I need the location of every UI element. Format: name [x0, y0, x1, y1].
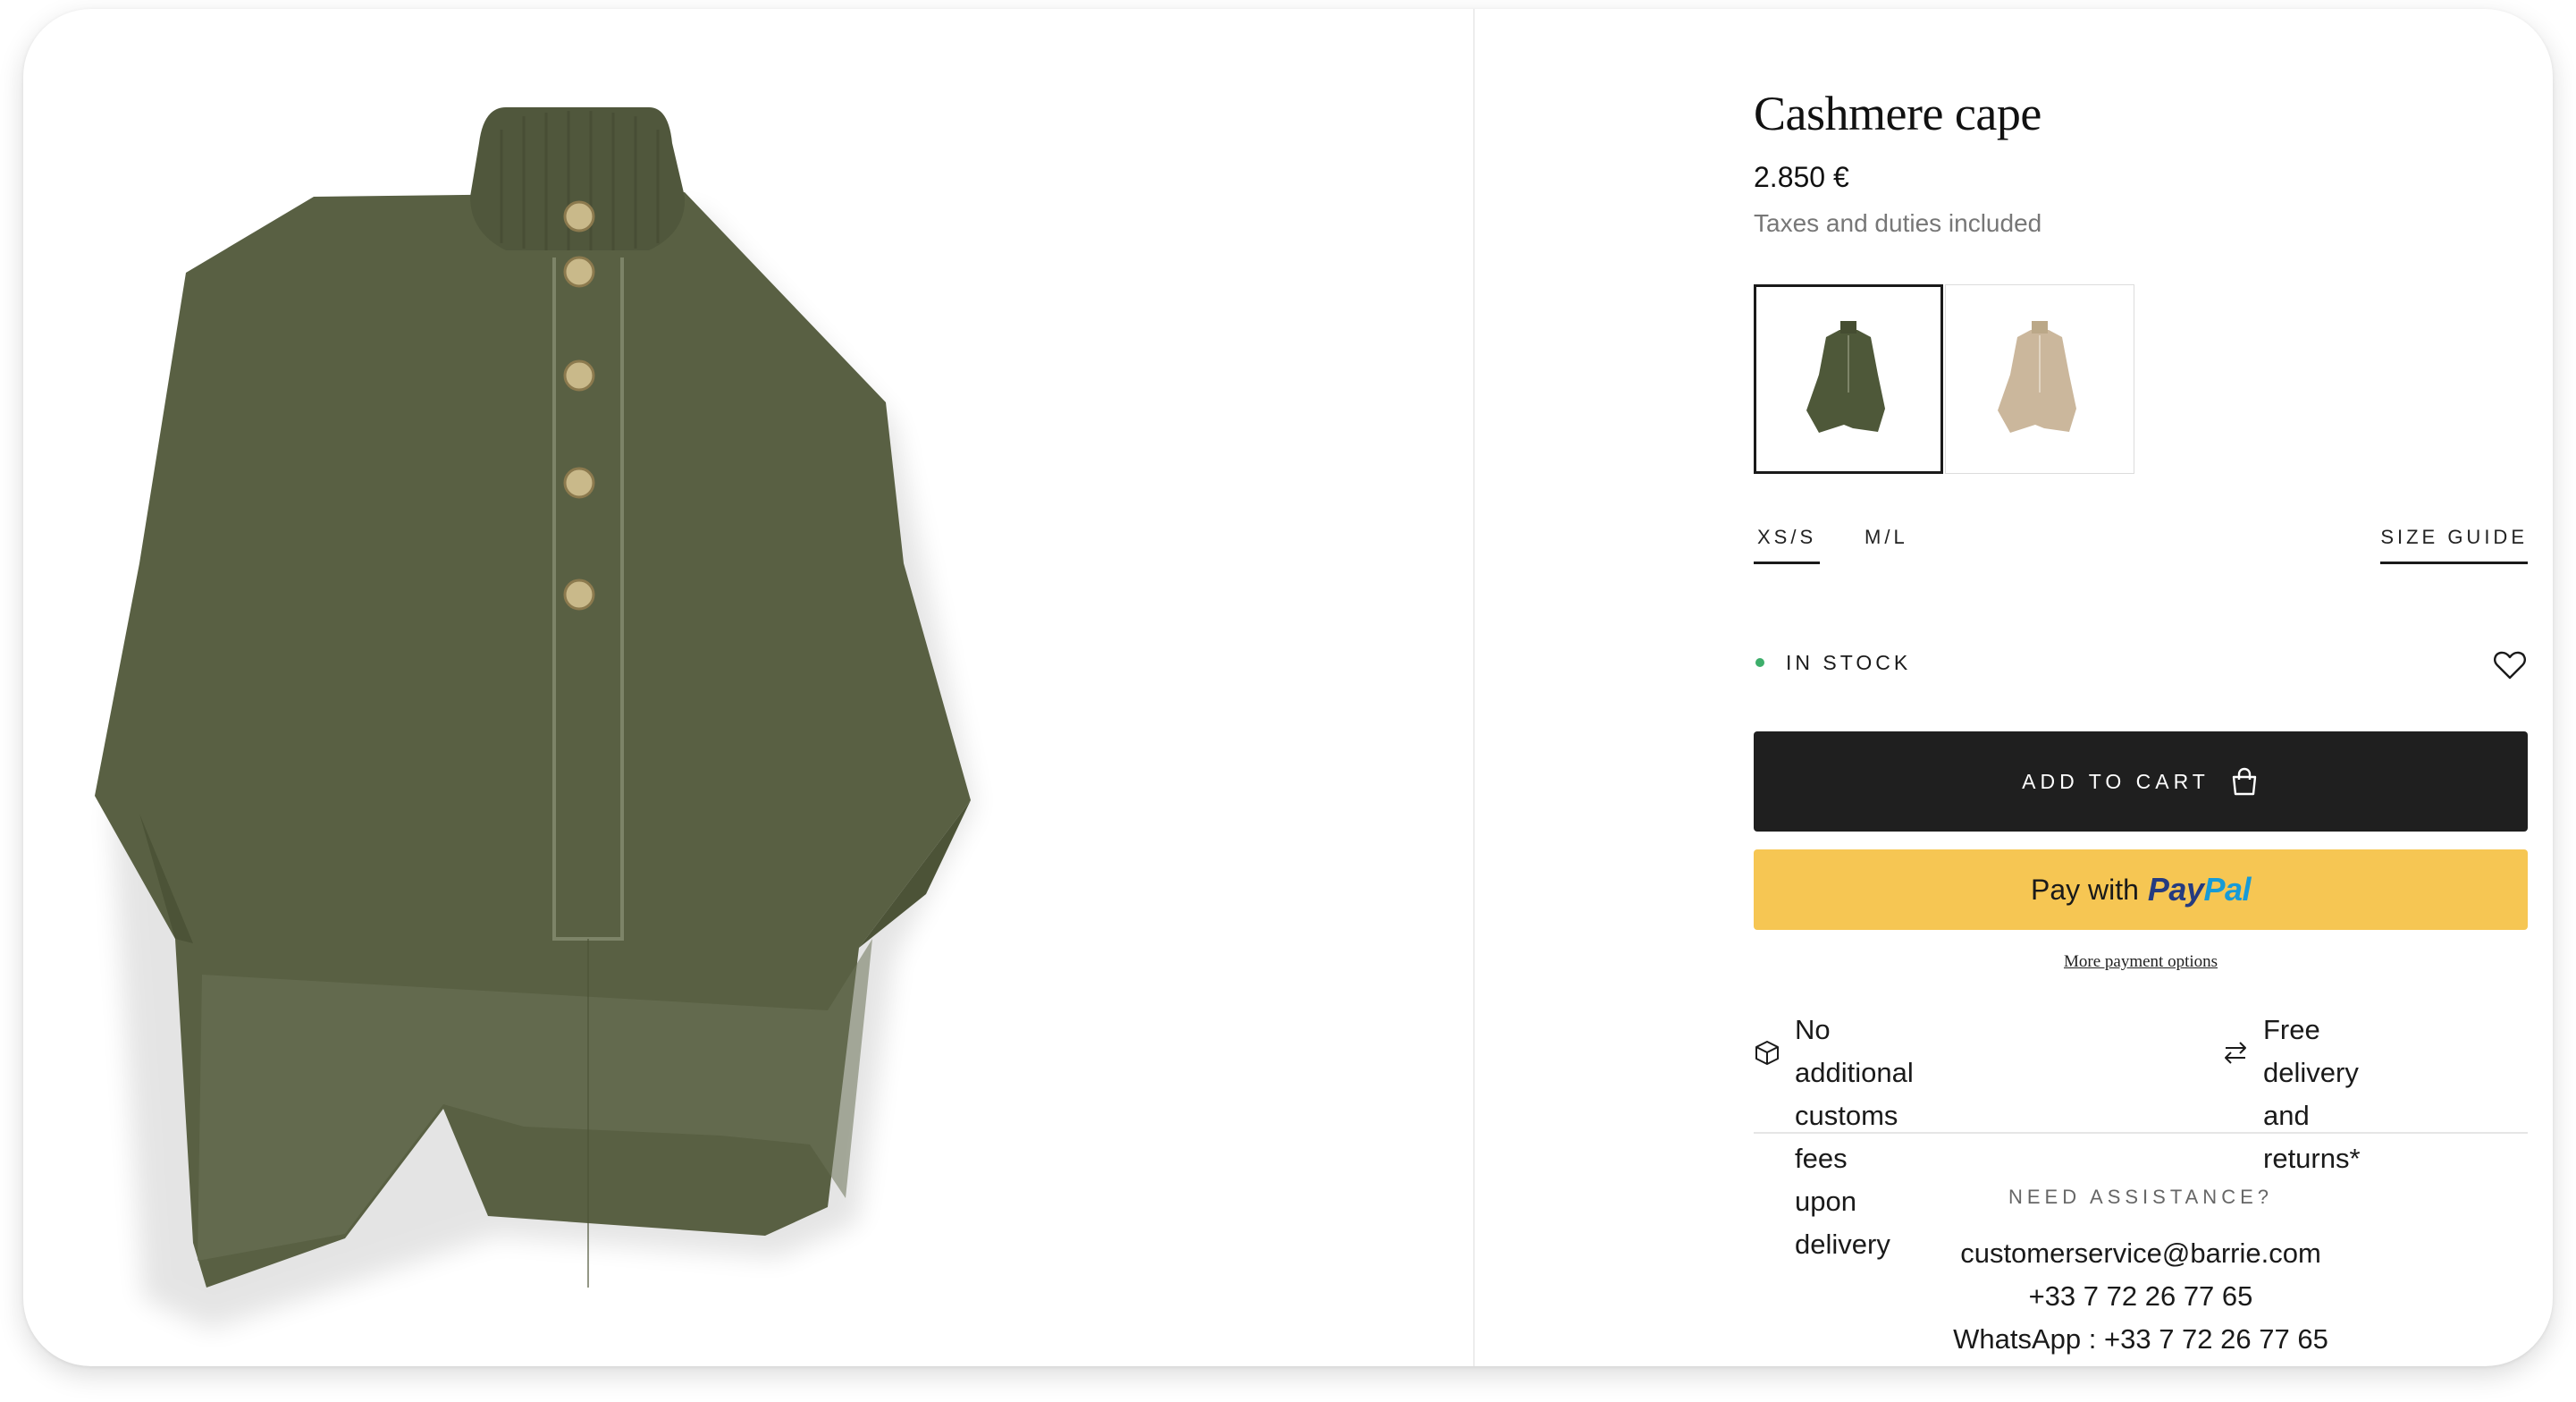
size-selector: XS/S M/L SIZE GUIDE [1754, 522, 2528, 572]
green-cape-swatch-icon [1806, 321, 1885, 433]
box-icon [1755, 1041, 1779, 1065]
stock-status: IN STOCK [1786, 651, 1912, 674]
feature-returns-line2: returns* [2263, 1143, 2361, 1174]
assistance-phone[interactable]: +33 7 72 26 77 65 [1754, 1275, 2528, 1318]
product-info-panel: Cashmere cape 2.850 € Taxes and duties i… [1475, 9, 2553, 1366]
product-gallery [23, 9, 1475, 1366]
beige-cape-swatch-icon [1998, 321, 2076, 433]
add-to-cart-button[interactable]: ADD TO CART [1754, 731, 2528, 832]
paypal-button[interactable]: Pay with PayPal [1754, 849, 2528, 930]
stock-row: IN STOCK [1754, 647, 2528, 687]
size-guide-link[interactable]: SIZE GUIDE [2380, 522, 2528, 564]
size-option-m-l[interactable]: M/L [1861, 522, 1912, 562]
assistance-section: NEED ASSISTANCE? customerservice@barrie.… [1754, 1186, 2528, 1361]
features-row: No additional customs fees upon delivery… [1754, 1009, 2528, 1260]
add-to-cart-label: ADD TO CART [2022, 769, 2210, 793]
assistance-email[interactable]: customerservice@barrie.com [1754, 1232, 2528, 1275]
assistance-title: NEED ASSISTANCE? [2008, 1186, 2273, 1208]
heart-icon[interactable] [2492, 647, 2528, 683]
size-option-xs-s[interactable]: XS/S [1754, 522, 1821, 564]
product-image[interactable] [23, 9, 1473, 1366]
product-price: 2.850 € [1754, 161, 1849, 193]
swatch-beige[interactable] [1945, 284, 2134, 474]
exchange-arrows-icon [2225, 1042, 2246, 1064]
more-payment-options-link[interactable]: More payment options [1754, 952, 2528, 972]
assistance-whatsapp[interactable]: WhatsApp : +33 7 72 26 77 65 [1754, 1318, 2528, 1361]
color-swatches [1754, 284, 2134, 474]
paypal-logo: PayPal [2147, 871, 2252, 908]
product-title: Cashmere cape [1754, 87, 2041, 140]
divider [1754, 1132, 2528, 1134]
feature-returns-line1: Free delivery and [2263, 1014, 2359, 1131]
in-stock-dot-icon [1755, 658, 1764, 667]
product-page-card: Cashmere cape 2.850 € Taxes and duties i… [23, 9, 2553, 1366]
swatch-green[interactable] [1754, 284, 1943, 474]
shopping-bag-icon [2232, 767, 2257, 796]
paypal-prefix: Pay with [2030, 873, 2139, 906]
tax-note: Taxes and duties included [1754, 209, 2042, 237]
